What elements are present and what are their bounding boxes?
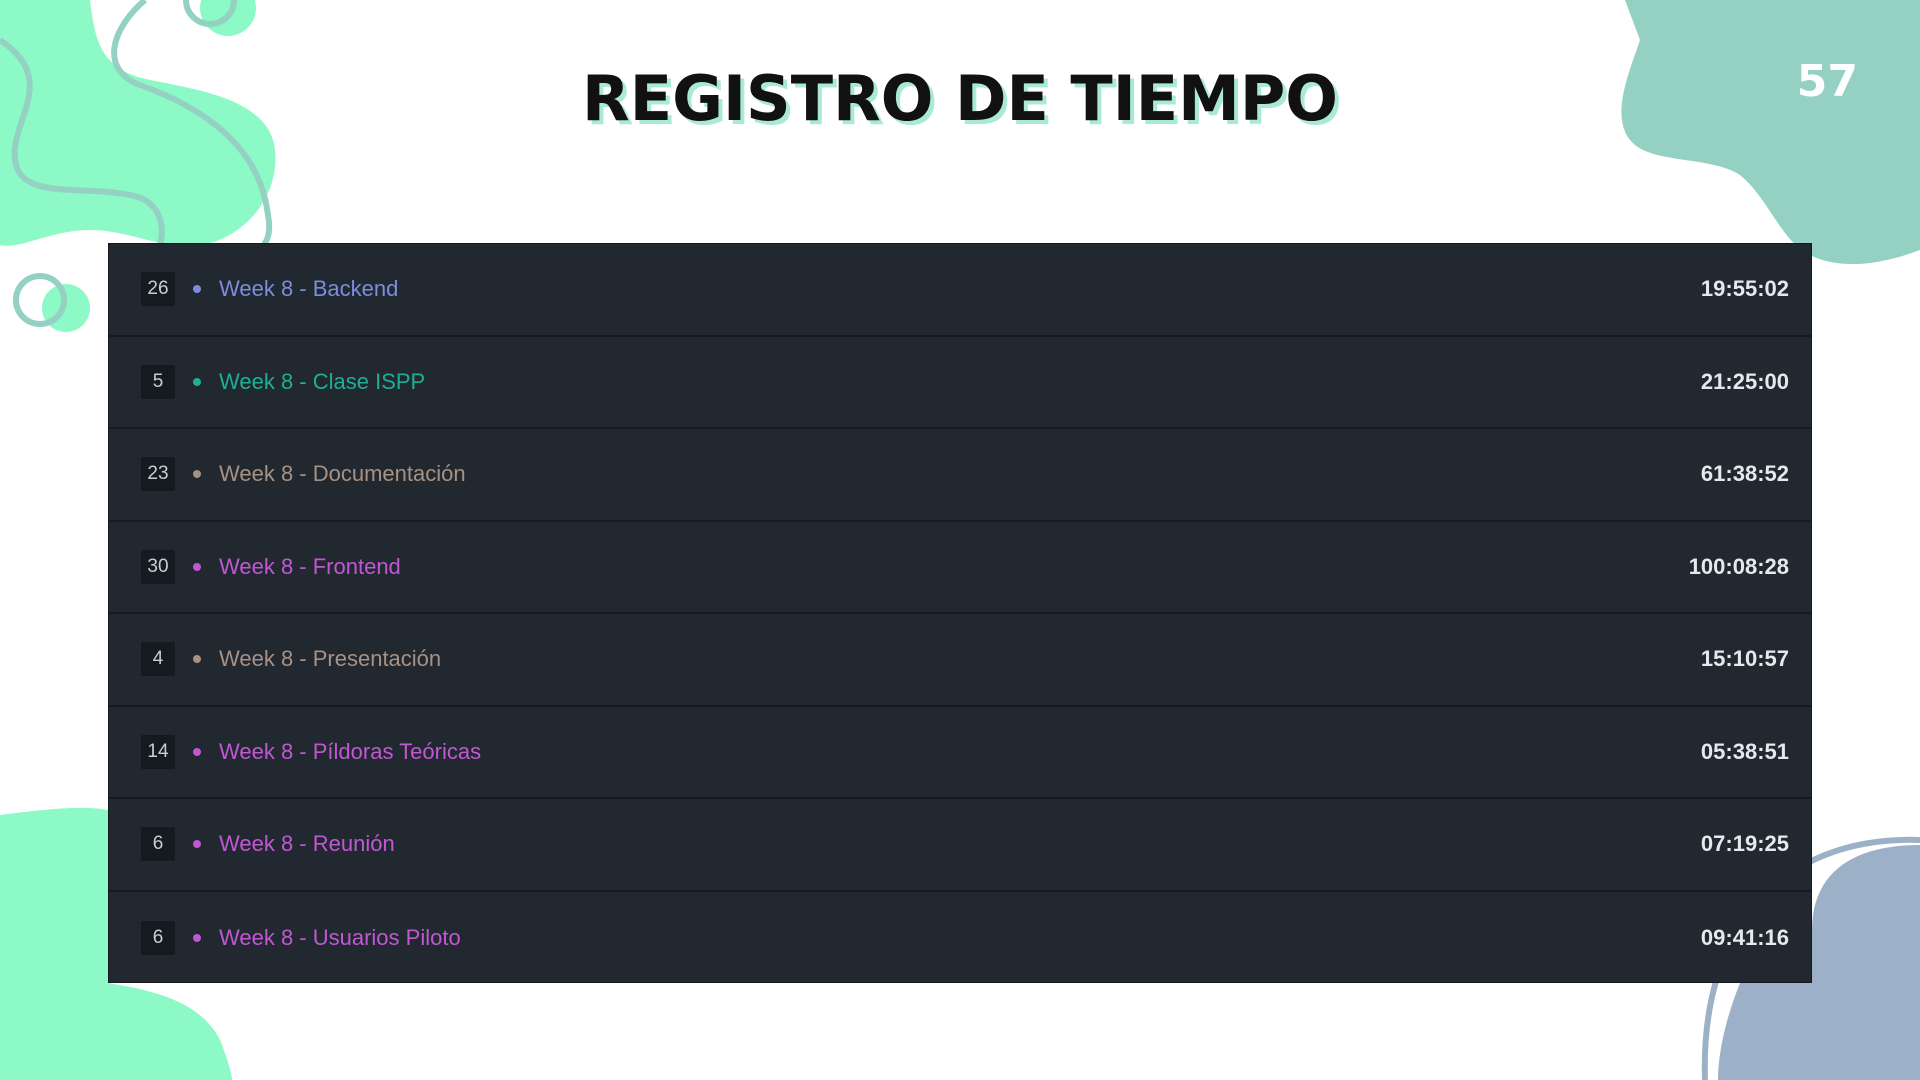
entry-count-badge: 26	[141, 272, 175, 307]
entry-duration: 15:10:57	[1700, 646, 1789, 672]
entry-name[interactable]: Week 8 - Documentación	[219, 461, 1701, 487]
time-entry-row[interactable]: 14 Week 8 - Píldoras Teóricas 05:38:51	[109, 707, 1811, 799]
entry-name[interactable]: Week 8 - Clase ISPP	[219, 369, 1701, 395]
slide-title: REGISTRO DE TIEMPO	[582, 62, 1338, 135]
entry-name[interactable]: Week 8 - Reunión	[219, 831, 1701, 857]
entry-duration: 100:08:28	[1688, 553, 1789, 579]
entry-count-badge: 14	[141, 734, 175, 769]
color-dot-icon	[193, 377, 201, 386]
entry-duration: 19:55:02	[1700, 276, 1789, 302]
time-entry-row[interactable]: 6 Week 8 - Usuarios Piloto 09:41:16	[109, 892, 1811, 985]
color-dot-icon	[193, 840, 201, 849]
entry-count-badge: 23	[141, 457, 175, 492]
entry-name[interactable]: Week 8 - Píldoras Teóricas	[219, 739, 1701, 765]
entry-name[interactable]: Week 8 - Usuarios Piloto	[219, 925, 1701, 951]
color-dot-icon	[193, 285, 201, 294]
entry-duration: 21:25:00	[1700, 368, 1789, 394]
entry-count-badge: 6	[141, 920, 175, 955]
time-entry-row[interactable]: 26 Week 8 - Backend 19:55:02	[109, 244, 1811, 337]
color-dot-icon	[193, 933, 201, 942]
entry-count-badge: 4	[141, 642, 175, 677]
entry-count-badge: 30	[141, 549, 175, 584]
time-entry-row[interactable]: 5 Week 8 - Clase ISPP 21:25:00	[109, 337, 1811, 429]
time-entry-row[interactable]: 4 Week 8 - Presentación 15:10:57	[109, 614, 1811, 707]
color-dot-icon	[193, 655, 201, 664]
color-dot-icon	[193, 747, 201, 756]
color-dot-icon	[193, 470, 201, 479]
time-entry-row[interactable]: 30 Week 8 - Frontend 100:08:28	[109, 522, 1811, 614]
entry-count-badge: 5	[141, 364, 175, 399]
time-entry-row[interactable]: 23 Week 8 - Documentación 61:38:52	[109, 429, 1811, 522]
page-number: 57	[1796, 56, 1858, 107]
entry-count-badge: 6	[141, 827, 175, 862]
entry-name[interactable]: Week 8 - Presentación	[219, 646, 1701, 672]
entry-name[interactable]: Week 8 - Backend	[219, 276, 1701, 302]
entry-duration: 05:38:51	[1700, 738, 1789, 764]
color-dot-icon	[193, 562, 201, 571]
entry-duration: 09:41:16	[1700, 924, 1789, 950]
entry-duration: 07:19:25	[1700, 831, 1789, 857]
time-entry-row[interactable]: 6 Week 8 - Reunión 07:19:25	[109, 799, 1811, 892]
entry-name[interactable]: Week 8 - Frontend	[219, 554, 1689, 580]
entry-duration: 61:38:52	[1700, 461, 1789, 487]
time-entries-panel: 26 Week 8 - Backend 19:55:02 5 Week 8 - Clas…	[108, 243, 1812, 983]
